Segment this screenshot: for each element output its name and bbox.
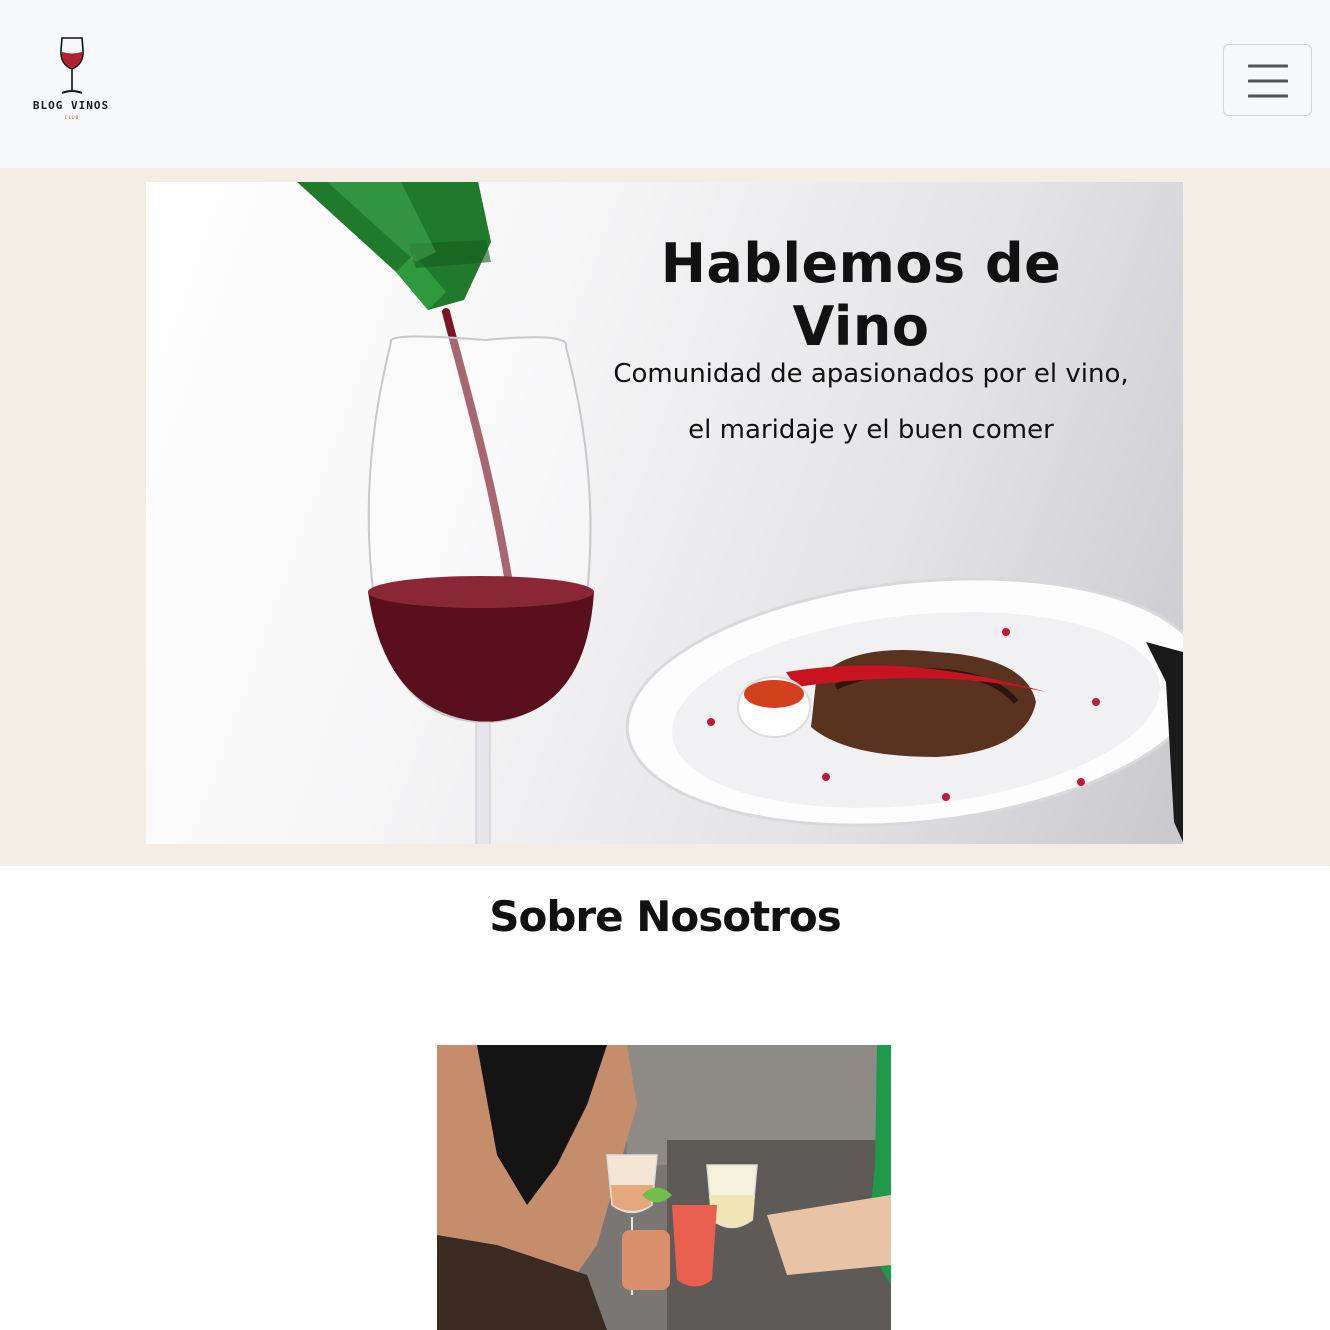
brand-name: BLOG VINOS	[32, 99, 110, 112]
wine-bottle-illustration	[297, 182, 491, 310]
wine-glass-illustration	[367, 335, 594, 844]
hamburger-menu-icon	[1248, 64, 1288, 98]
wine-glass-icon	[60, 37, 84, 94]
hero-subtitle-line2: el maridaje y el buen comer	[688, 415, 1054, 445]
steak-plate-illustration	[625, 577, 1183, 827]
brand-logo-link[interactable]: BLOG VINOS CLUB	[26, 36, 118, 126]
brand-tagline: CLUB	[64, 115, 80, 120]
about-photo	[437, 1045, 891, 1330]
about-section-title: Sobre Nosotros	[489, 892, 842, 941]
navbar: BLOG VINOS CLUB	[0, 0, 1330, 168]
menu-toggle-button[interactable]	[1223, 44, 1312, 116]
hero-section: Hablemos de Vino Comunidad de apasionado…	[0, 168, 1330, 866]
hero-subtitle: Comunidad de apasionados por el vino, el…	[596, 346, 1146, 458]
hero-title: Hablemos de Vino	[660, 232, 1062, 358]
toast-photo-illustration	[437, 1045, 891, 1330]
hero-banner: Hablemos de Vino Comunidad de apasionado…	[146, 182, 1183, 844]
hero-subtitle-line1: Comunidad de apasionados por el vino,	[613, 359, 1129, 389]
